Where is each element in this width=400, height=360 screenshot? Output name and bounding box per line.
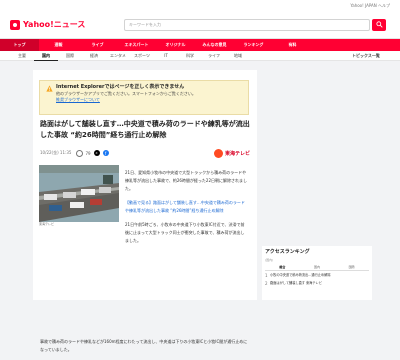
ranking-tabs: 総合 国内 国際 bbox=[265, 265, 369, 271]
article-body: 21日、愛知県小牧市の中央道で大型トラックから積み荷のラードや練乳等が流出した事… bbox=[125, 169, 248, 251]
utility-bar: Yahoo! JAPAN ヘルプ bbox=[0, 0, 400, 11]
search-button[interactable] bbox=[372, 18, 386, 31]
category-economy[interactable]: 経済 bbox=[82, 53, 106, 59]
ranking-item[interactable]: 1 小牧の中央道で積み荷流出…通行止め解除 bbox=[265, 273, 369, 278]
article-date: 10/22(金) 11:35 bbox=[40, 150, 72, 155]
site-header: Yahoo!ニュース キーワードを入力 bbox=[0, 11, 400, 39]
article-paragraph-1: 21日、愛知県小牧市の中央道で大型トラックから積み荷のラードや練乳等が流出した事… bbox=[125, 170, 248, 191]
article-headline: 路面はがして舗装し直す…中央道で積み荷のラードや練乳等が流出した事故 “約26時… bbox=[40, 120, 250, 139]
search-placeholder: キーワードを入力 bbox=[129, 21, 161, 27]
ranking-tab-domestic[interactable]: 国内 bbox=[300, 265, 335, 270]
utility-links[interactable]: Yahoo! JAPAN ヘルプ bbox=[350, 3, 390, 9]
ranking-item[interactable]: 2 路面はがして舗装し直す 東海テレビ bbox=[265, 281, 369, 286]
article-meta: 10/22(金) 11:35 79 X f 東海テレビ bbox=[40, 147, 250, 159]
ie-warning-title: Internet Explorerではページを正しく表示できません bbox=[56, 84, 185, 90]
share-facebook-icon[interactable]: f bbox=[102, 150, 109, 156]
category-entertainment[interactable]: エンタメ bbox=[106, 53, 130, 59]
access-ranking: アクセスランキング (国内) 総合 国内 国際 1 小牧の中央道で積み荷流出…通… bbox=[262, 246, 372, 300]
ranking-tab-international[interactable]: 国際 bbox=[334, 265, 369, 270]
ranking-subtitle: (国内) bbox=[265, 258, 274, 262]
nav-expert[interactable]: エキスパート bbox=[117, 39, 156, 51]
provider-logo-icon bbox=[213, 148, 223, 158]
logo-icon bbox=[10, 19, 20, 30]
article-paragraph-2: 21日午前5時ごろ、小牧市の中央道下り小牧東IC付近で、渋滞で前後に止まって大型… bbox=[125, 222, 245, 243]
ranking-title: アクセスランキング bbox=[265, 249, 310, 255]
nav-ranking[interactable]: ランキング bbox=[234, 39, 273, 51]
article-body-continued: 事故で積み荷のラードや練乳などが160m程度にわたって流出し、中央道は下りの小牧… bbox=[40, 338, 250, 360]
comment-icon bbox=[76, 149, 84, 157]
nav-original[interactable]: オリジナル bbox=[156, 39, 195, 51]
site-logo[interactable]: Yahoo!ニュース bbox=[10, 19, 102, 31]
provider-name: 東海テレビ bbox=[224, 150, 250, 157]
search-input[interactable]: キーワードを入力 bbox=[124, 18, 370, 31]
logo-text: Yahoo!ニュース bbox=[23, 20, 86, 29]
recommended-browser-link[interactable]: 推奨ブラウザーについて bbox=[56, 97, 245, 103]
highway-photo bbox=[39, 165, 119, 222]
nav-flash[interactable]: 速報 bbox=[39, 39, 78, 51]
provider-link[interactable]: 東海テレビ bbox=[213, 148, 250, 158]
nav-opinion[interactable]: みんなの意見 bbox=[195, 39, 234, 51]
category-main[interactable]: 主要 bbox=[10, 53, 34, 59]
category-it[interactable]: IT bbox=[154, 53, 178, 58]
ie-warning-box: Internet Explorerではページを正しく表示できません 他のブラウザ… bbox=[39, 80, 249, 115]
photo-caption: 東海テレビ bbox=[39, 222, 55, 226]
ranking-headline: 小牧の中央道で積み荷流出…通行止め解除 bbox=[270, 273, 331, 277]
search-icon bbox=[375, 21, 383, 28]
main-nav: トップ 速報 ライブ エキスパート オリジナル みんなの意見 ランキング 有料 bbox=[0, 39, 400, 51]
category-sports[interactable]: スポーツ bbox=[130, 53, 154, 59]
warning-icon bbox=[46, 85, 53, 92]
comment-count: 79 bbox=[85, 150, 91, 156]
nav-top[interactable]: トップ bbox=[0, 39, 39, 51]
article-photo[interactable] bbox=[39, 165, 119, 222]
nav-live[interactable]: ライブ bbox=[78, 39, 117, 51]
video-link[interactable]: 【動画で見る】路面はがして舗装し直す…中央道で積み荷のラードや練乳等が流出した事… bbox=[125, 199, 248, 215]
topics-list-link[interactable]: トピックス一覧 bbox=[342, 53, 390, 59]
category-domestic[interactable]: 国内 bbox=[34, 51, 58, 61]
article-paragraph-3: 事故で積み荷のラードや練乳などが160m程度にわたって流出し、中央道は下りの小牧… bbox=[40, 339, 248, 352]
category-local[interactable]: 地域 bbox=[226, 53, 250, 59]
comment-count-link[interactable]: 79 bbox=[76, 149, 91, 157]
category-life[interactable]: ライフ bbox=[202, 53, 226, 59]
nav-paid[interactable]: 有料 bbox=[273, 39, 312, 51]
share-x-icon[interactable]: X bbox=[93, 150, 100, 156]
article-panel: Internet Explorerではページを正しく表示できません 他のブラウザ… bbox=[33, 70, 257, 352]
ranking-tab-overall[interactable]: 総合 bbox=[265, 265, 300, 270]
ranking-headline: 路面はがして舗装し直す 東海テレビ bbox=[270, 281, 322, 285]
category-international[interactable]: 国際 bbox=[58, 53, 82, 59]
category-science[interactable]: 科学 bbox=[178, 53, 202, 59]
category-nav: 主要 国内 国際 経済 エンタメ スポーツ IT 科学 ライフ 地域 トピックス… bbox=[0, 51, 400, 61]
